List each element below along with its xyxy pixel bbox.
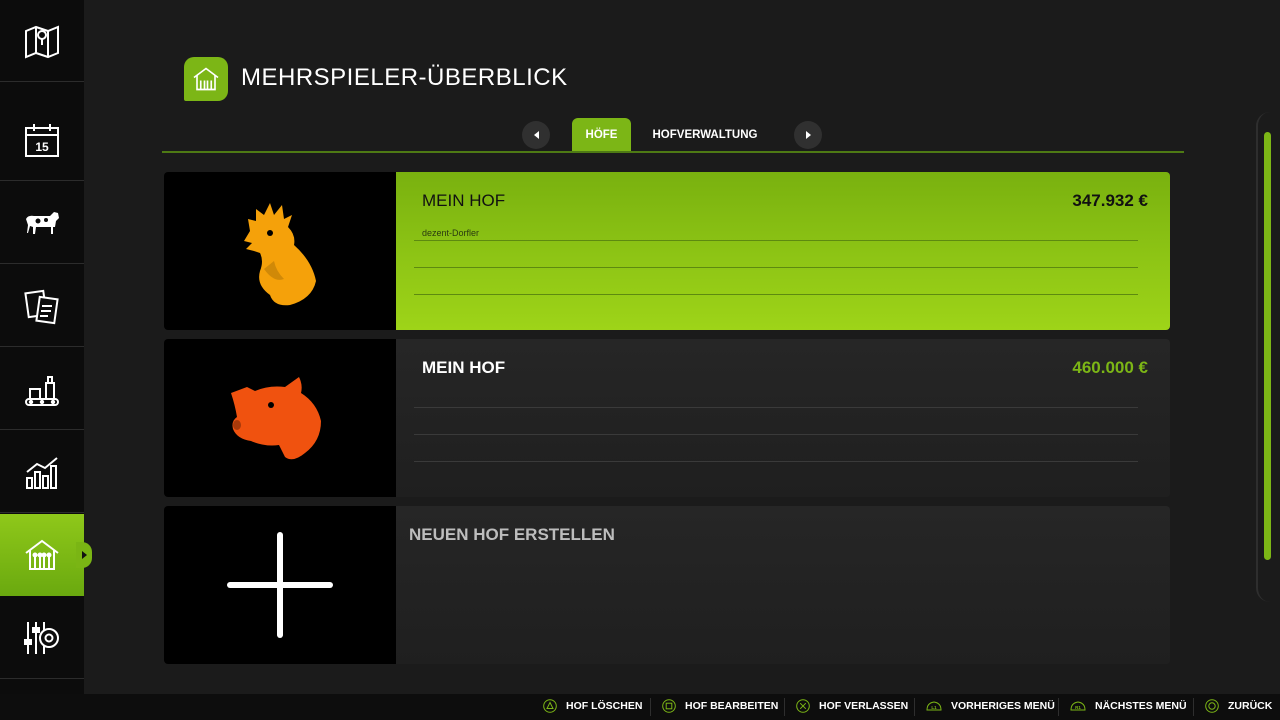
scrollbar-thumb[interactable] — [1264, 132, 1271, 560]
arrow-right-icon — [805, 131, 811, 139]
hint-label: ZURÜCK — [1228, 700, 1273, 712]
hint-label: HOF LÖSCHEN — [566, 700, 643, 712]
farm-name: MEIN HOF — [422, 358, 506, 377]
barn-icon — [25, 539, 59, 570]
sidebar-item-contracts[interactable] — [0, 265, 84, 347]
player-row-divider — [414, 407, 1138, 408]
previous-menu-hint[interactable]: L1 VORHERIGES MENÜ — [926, 699, 1055, 713]
pig-icon — [231, 377, 321, 460]
map-icon — [25, 25, 59, 58]
svg-text:L1: L1 — [931, 705, 937, 710]
player-row-divider — [414, 267, 1138, 268]
delete-farm-hint[interactable]: HOF LÖSCHEN — [543, 699, 642, 713]
create-farm-logo — [164, 506, 396, 664]
barn-icon — [193, 67, 219, 91]
farm-card[interactable]: MEIN HOF 347.932 € dezent-Dorfler — [164, 172, 1170, 330]
arrow-left-icon — [533, 131, 539, 139]
farm-logo — [164, 339, 396, 497]
farm-money: 460.000 € — [1072, 358, 1148, 377]
rooster-icon — [244, 203, 316, 306]
create-farm-info: NEUEN HOF ERSTELLEN — [396, 506, 1170, 664]
create-farm-card[interactable]: NEUEN HOF ERSTELLEN — [164, 506, 1170, 664]
edit-farm-hint[interactable]: HOF BEARBEITEN — [662, 699, 778, 713]
page-icon — [184, 57, 228, 101]
hint-separator — [1193, 698, 1194, 716]
player-row-divider — [414, 434, 1138, 435]
farm-info: MEIN HOF 347.932 € dezent-Dorfler — [396, 172, 1170, 330]
leave-farm-hint[interactable]: HOF VERLASSEN — [796, 699, 908, 713]
sidebar-item-multiplayer[interactable] — [0, 514, 92, 596]
hint-separator — [784, 698, 785, 716]
tab-farm-management[interactable]: HOFVERWALTUNG — [642, 118, 768, 152]
r1-button-icon: R1 — [1070, 699, 1086, 713]
tab-divider — [162, 151, 1184, 153]
sidebar-item-calendar[interactable]: 15 — [0, 99, 84, 181]
player-row-divider — [414, 294, 1138, 295]
hint-label: NÄCHSTES MENÜ — [1095, 700, 1187, 712]
square-button-icon — [662, 699, 676, 713]
contracts-icon — [24, 289, 59, 324]
tab-farms[interactable]: HÖFE — [572, 118, 631, 152]
next-menu-hint[interactable]: R1 NÄCHSTES MENÜ — [1070, 699, 1187, 713]
calendar-icon: 15 — [25, 123, 59, 157]
sidebar-item-production[interactable] — [0, 348, 84, 430]
settings-icon — [24, 621, 59, 654]
cow-icon — [26, 211, 59, 234]
hint-label: HOF VERLASSEN — [819, 700, 909, 712]
tab-next-button[interactable] — [794, 121, 822, 149]
cross-button-icon — [796, 699, 810, 713]
hint-separator — [1058, 698, 1059, 716]
player-row-divider — [414, 240, 1138, 241]
tab-prev-button[interactable] — [522, 121, 550, 149]
statistics-icon — [26, 456, 58, 489]
farm-info: MEIN HOF 460.000 € — [396, 339, 1170, 497]
sidebar-item-statistics[interactable] — [0, 431, 84, 513]
page-title: MEHRSPIELER-ÜBERBLICK — [241, 64, 568, 91]
sidebar-item-settings[interactable] — [0, 597, 84, 679]
back-hint[interactable]: ZURÜCK — [1205, 699, 1272, 713]
hint-label: HOF BEARBEITEN — [685, 700, 779, 712]
production-icon — [25, 375, 59, 406]
svg-text:R1: R1 — [1075, 705, 1081, 710]
plus-icon — [227, 532, 333, 638]
farm-card[interactable]: MEIN HOF 460.000 € — [164, 339, 1170, 497]
hint-separator — [914, 698, 915, 716]
farm-logo — [164, 172, 396, 330]
active-indicator — [76, 542, 92, 568]
create-farm-label: NEUEN HOF ERSTELLEN — [409, 525, 615, 544]
hint-label: VORHERIGES MENÜ — [951, 700, 1055, 712]
triangle-button-icon — [543, 699, 557, 713]
hint-separator — [650, 698, 651, 716]
sidebar: 15 — [0, 0, 92, 694]
sidebar-item-animals[interactable] — [0, 182, 84, 264]
sidebar-item-map[interactable] — [0, 0, 84, 82]
svg-text:15: 15 — [35, 140, 49, 154]
footer-bar: HOF LÖSCHEN HOF BEARBEITEN HOF VERLASSEN… — [0, 694, 1280, 720]
player-row-divider — [414, 461, 1138, 462]
farm-name: MEIN HOF — [422, 191, 506, 210]
l1-button-icon: L1 — [926, 699, 942, 713]
farm-player: dezent-Dorfler — [422, 228, 480, 238]
circle-button-icon — [1205, 699, 1219, 713]
farm-money: 347.932 € — [1072, 191, 1148, 210]
